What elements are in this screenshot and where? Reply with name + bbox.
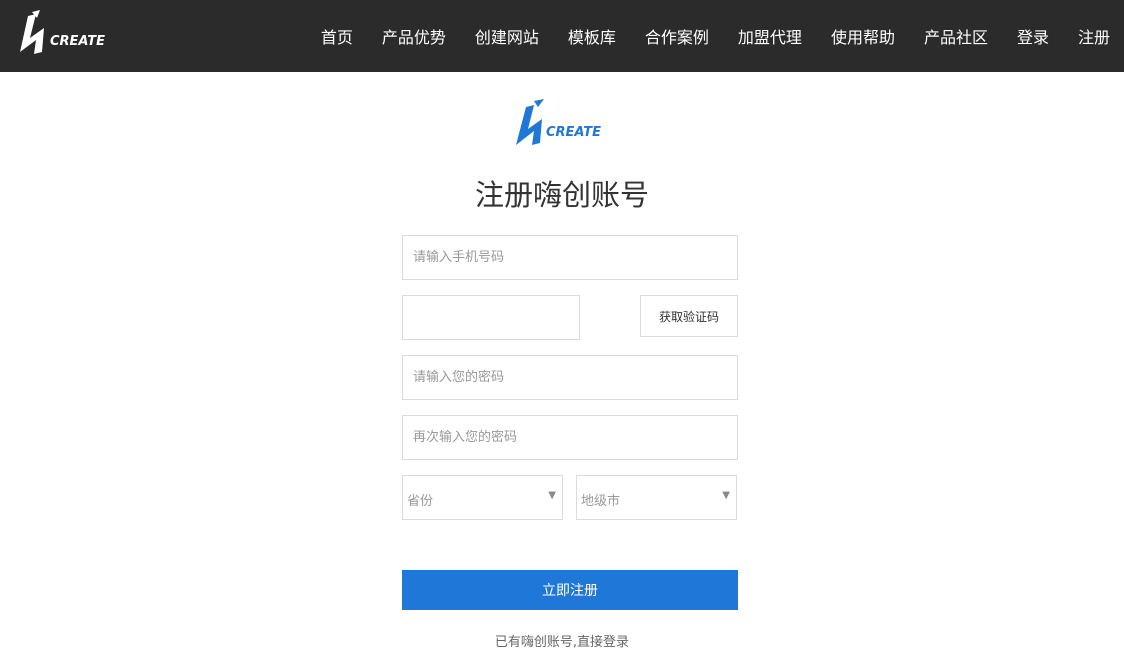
register-submit-button[interactable]: 立即注册 [402,570,738,610]
confirm-password-input[interactable] [402,415,738,460]
nav-item-register[interactable]: 注册 [1078,24,1110,48]
top-navigation-bar: CREATE 首页 产品优势 创建网站 模板库 合作案例 加盟代理 使用帮助 产… [0,0,1124,72]
province-select[interactable]: 省份 ▼ [402,475,563,520]
nav-item-community[interactable]: 产品社区 [924,24,988,48]
phone-input[interactable] [402,235,738,280]
password-input[interactable] [402,355,738,400]
nav-item-create-site[interactable]: 创建网站 [475,24,539,48]
nav-item-cases[interactable]: 合作案例 [645,24,709,48]
nav-item-advantages[interactable]: 产品优势 [382,24,446,48]
main-nav: 首页 产品优势 创建网站 模板库 合作案例 加盟代理 使用帮助 产品社区 登录 … [321,0,1110,72]
caret-down-icon: ▼ [722,490,730,501]
nav-item-templates[interactable]: 模板库 [568,24,616,48]
city-select[interactable]: 地级市 ▼ [576,475,737,520]
hcreate-brand-logo-icon: CREATE [516,99,601,145]
get-code-button[interactable]: 获取验证码 [640,295,738,337]
verification-code-input[interactable] [402,295,580,340]
caret-down-icon: ▼ [548,490,556,501]
nav-item-home[interactable]: 首页 [321,24,353,48]
nav-item-help[interactable]: 使用帮助 [831,24,895,48]
nav-item-login[interactable]: 登录 [1017,24,1049,48]
center-logo-text: CREATE [546,125,601,140]
hcreate-logo-icon[interactable]: CREATE [14,8,132,58]
city-select-label: 地级市 [581,494,621,509]
province-select-label: 省份 [407,494,434,509]
nav-item-franchise[interactable]: 加盟代理 [738,24,802,48]
page-title: 注册嗨创账号 [474,178,649,212]
top-logo-text: CREATE [50,34,105,49]
login-link[interactable]: 已有嗨创账号,直接登录 [0,631,1124,650]
